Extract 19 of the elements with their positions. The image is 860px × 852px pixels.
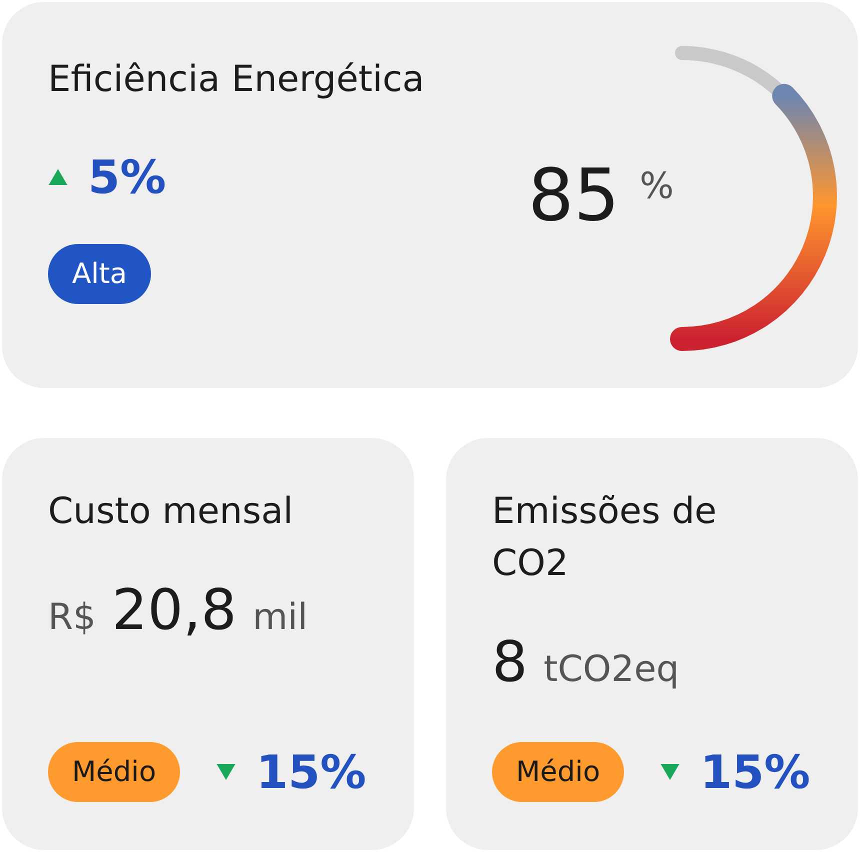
card-title: Emissões de CO2 <box>492 490 718 586</box>
card-title: Custo mensal <box>48 490 294 534</box>
value-unit: tCO2eq <box>544 649 680 690</box>
card-title: Eficiência Energética <box>48 58 424 102</box>
trend-value: 5% <box>88 150 166 204</box>
metric-value: 8 <box>492 630 528 695</box>
value-unit: mil <box>252 597 308 638</box>
trend-value: 15% <box>256 745 366 799</box>
trend-value: 15% <box>700 745 810 799</box>
value-prefix: R$ <box>48 597 96 638</box>
level-badge: Médio <box>48 742 180 802</box>
metric-value: 20,8 <box>112 578 237 643</box>
level-badge: Médio <box>492 742 624 802</box>
gauge-value: 85 <box>528 152 620 239</box>
level-badge: Alta <box>48 244 152 304</box>
trend-triangle-icon <box>48 169 68 185</box>
trend-triangle-icon <box>216 764 236 780</box>
trend-triangle-icon <box>660 764 680 780</box>
gauge-unit: % <box>640 166 674 207</box>
